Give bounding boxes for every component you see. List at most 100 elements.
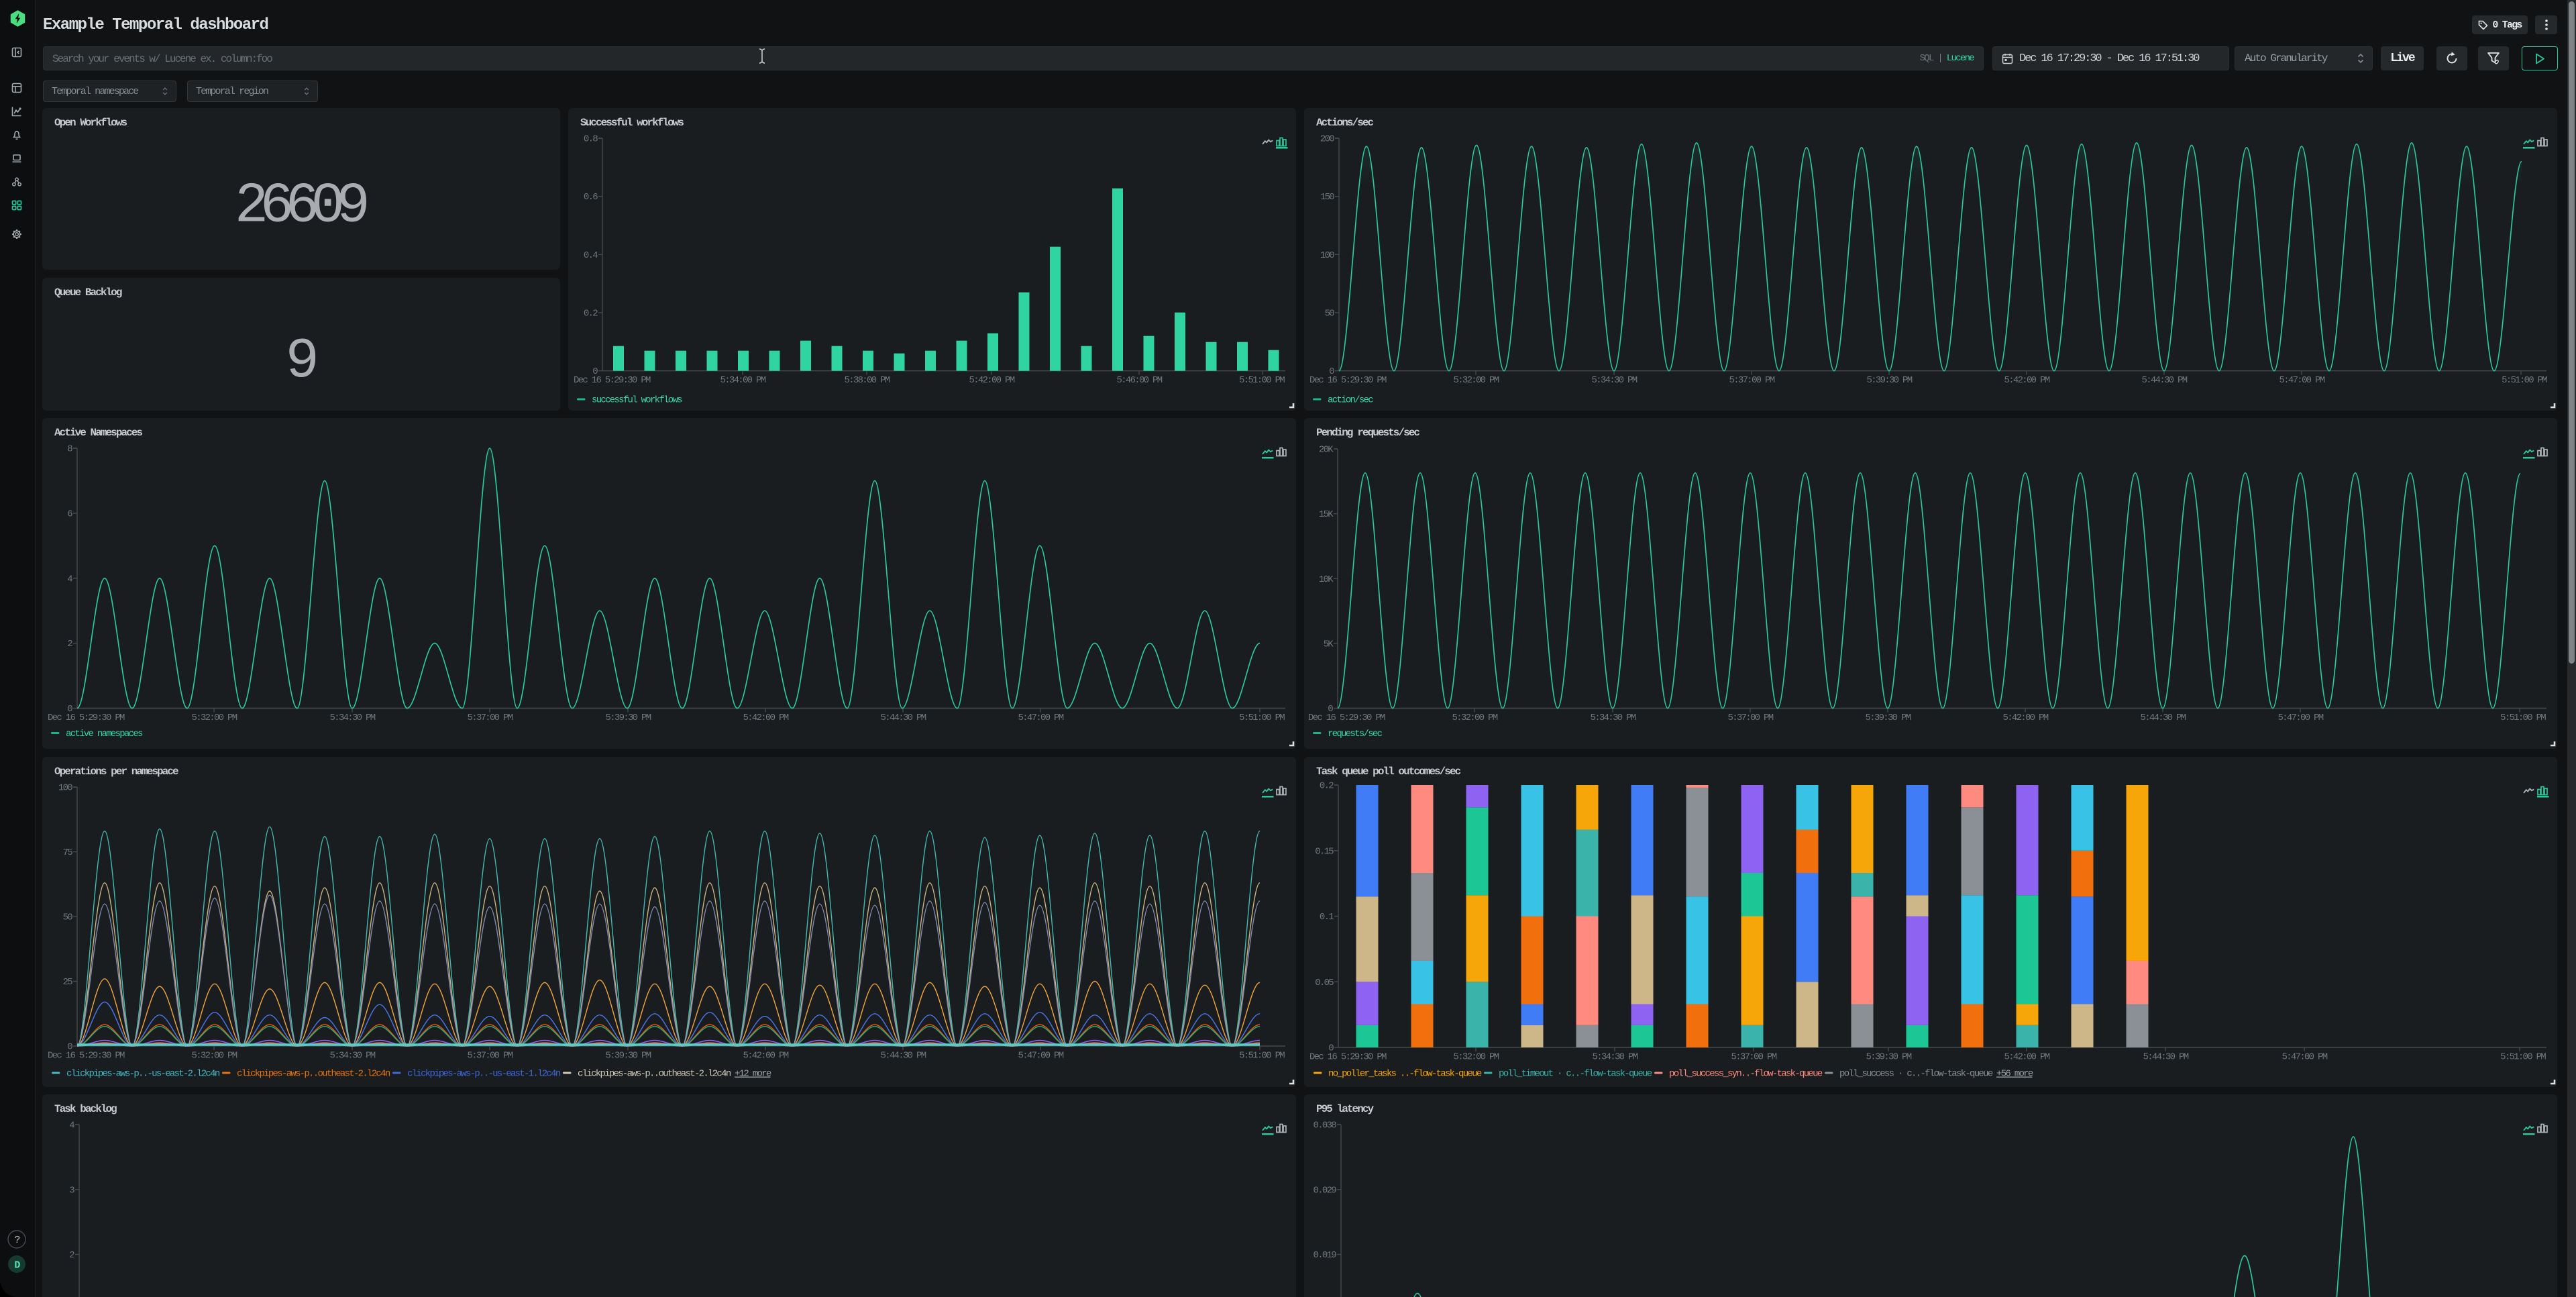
svg-text:5:37:00 PM: 5:37:00 PM [1731, 1052, 1777, 1063]
svg-text:0.6: 0.6 [584, 192, 598, 203]
svg-text:5:39:30 PM: 5:39:30 PM [606, 713, 651, 723]
svg-text:5:51:00 PM: 5:51:00 PM [1239, 713, 1285, 723]
svg-text:5:47:00 PM: 5:47:00 PM [2278, 713, 2324, 723]
svg-text:0.2: 0.2 [584, 309, 598, 319]
svg-text:5:44:30 PM: 5:44:30 PM [2142, 375, 2188, 386]
svg-text:Successful workflows: Successful workflows [580, 117, 684, 129]
svg-text:5:51:00 PM: 5:51:00 PM [1239, 1051, 1285, 1061]
svg-text:10K: 10K [1319, 574, 1334, 585]
svg-text:5:39:30 PM: 5:39:30 PM [1866, 713, 1911, 723]
svg-text:poll_success_syn..-flow-task-q: poll_success_syn..-flow-task-queue [1669, 1069, 1823, 1080]
svg-text:+12 more: +12 more [735, 1069, 771, 1080]
svg-text:2: 2 [67, 639, 72, 650]
svg-text:5:34:30 PM: 5:34:30 PM [1592, 375, 1638, 386]
svg-text:5:39:30 PM: 5:39:30 PM [606, 1051, 651, 1061]
svg-text:5:39:30 PM: 5:39:30 PM [1866, 1052, 1912, 1063]
svg-text:5:38:00 PM: 5:38:00 PM [845, 375, 890, 386]
svg-text:Actions/sec: Actions/sec [1316, 117, 1374, 129]
svg-text:26609: 26609 [235, 175, 367, 239]
svg-text:5:47:00 PM: 5:47:00 PM [2279, 375, 2325, 386]
svg-text:5:47:00 PM: 5:47:00 PM [2282, 1052, 2328, 1063]
svg-text:8: 8 [67, 444, 72, 455]
svg-text:0.15: 0.15 [1315, 846, 1334, 857]
svg-text:Dec 16 5:29:30 PM: Dec 16 5:29:30 PM [48, 1051, 125, 1061]
svg-text:Dec 16 5:29:30 PM: Dec 16 5:29:30 PM [1308, 713, 1385, 723]
svg-text:20K: 20K [1319, 445, 1334, 456]
svg-text:poll_success · c..-flow-task-q: poll_success · c..-flow-task-queue [1839, 1069, 1993, 1080]
svg-text:Open Workflows: Open Workflows [54, 117, 127, 129]
svg-text:5:42:00 PM: 5:42:00 PM [2004, 375, 2050, 386]
svg-text:150: 150 [1320, 192, 1334, 203]
svg-text:P95 latency: P95 latency [1316, 1103, 1375, 1115]
svg-text:4: 4 [67, 574, 72, 584]
svg-text:25: 25 [63, 977, 73, 988]
svg-text:0.019: 0.019 [1313, 1250, 1337, 1261]
svg-text:5:37:00 PM: 5:37:00 PM [1729, 375, 1775, 386]
svg-text:200: 200 [1320, 134, 1334, 145]
svg-text:5:34:00 PM: 5:34:00 PM [720, 375, 766, 386]
svg-text:5:32:00 PM: 5:32:00 PM [1454, 1052, 1499, 1063]
svg-text:clickpipes-aws-p..outheast-2.l: clickpipes-aws-p..outheast-2.l2c4n [237, 1069, 390, 1080]
svg-text:5:47:00 PM: 5:47:00 PM [1018, 1051, 1064, 1061]
svg-text:6: 6 [67, 509, 72, 519]
svg-text:Dec 16 5:29:30 PM: Dec 16 5:29:30 PM [574, 375, 651, 386]
svg-text:5:42:00 PM: 5:42:00 PM [2003, 713, 2049, 723]
svg-text:5:51:00 PM: 5:51:00 PM [2500, 713, 2546, 723]
svg-text:50: 50 [1325, 309, 1335, 319]
svg-text:Task queue poll outcomes/sec: Task queue poll outcomes/sec [1316, 766, 1461, 778]
svg-text:5:44:30 PM: 5:44:30 PM [881, 713, 926, 723]
svg-text:5:37:00 PM: 5:37:00 PM [1728, 713, 1774, 723]
svg-text:5:37:00 PM: 5:37:00 PM [468, 713, 513, 723]
svg-text:no_poller_tasks ..-flow-task-q: no_poller_tasks ..-flow-task-queue [1328, 1069, 1482, 1080]
svg-text:0.029: 0.029 [1313, 1185, 1337, 1196]
svg-text:5:44:30 PM: 5:44:30 PM [2143, 1052, 2189, 1063]
svg-text:5:44:30 PM: 5:44:30 PM [881, 1051, 926, 1061]
svg-text:5:32:00 PM: 5:32:00 PM [1454, 375, 1499, 386]
svg-text:0.8: 0.8 [584, 134, 598, 145]
svg-text:action/sec: action/sec [1328, 395, 1373, 406]
svg-text:poll_timeout · c..-flow-task-q: poll_timeout · c..-flow-task-queue [1499, 1069, 1652, 1080]
svg-text:4: 4 [69, 1121, 74, 1131]
svg-text:0.038: 0.038 [1313, 1121, 1337, 1131]
svg-text:5:51:00 PM: 5:51:00 PM [1239, 375, 1285, 386]
svg-text:Active Namespaces: Active Namespaces [54, 427, 142, 439]
svg-text:Dec 16 5:29:30 PM: Dec 16 5:29:30 PM [1309, 375, 1387, 386]
svg-text:?: ? [14, 1235, 19, 1246]
svg-text:5:37:00 PM: 5:37:00 PM [468, 1051, 513, 1061]
svg-text:50: 50 [63, 913, 73, 923]
svg-text:100: 100 [1320, 250, 1334, 261]
svg-text:active namespaces: active namespaces [66, 729, 143, 739]
svg-text:5:42:00 PM: 5:42:00 PM [743, 1051, 789, 1061]
svg-text:5:39:30 PM: 5:39:30 PM [1867, 375, 1913, 386]
svg-text:requests/sec: requests/sec [1328, 729, 1383, 739]
svg-text:2: 2 [69, 1250, 74, 1261]
svg-text:Task backlog: Task backlog [54, 1103, 117, 1115]
svg-text:Dec 16 5:29:30 PM: Dec 16 5:29:30 PM [1309, 1052, 1387, 1063]
svg-text:5:46:00 PM: 5:46:00 PM [1117, 375, 1163, 386]
svg-text:+56 more: +56 more [1996, 1069, 2033, 1080]
svg-text:9: 9 [286, 330, 316, 394]
svg-text:5:42:00 PM: 5:42:00 PM [969, 375, 1015, 386]
svg-text:5:34:30 PM: 5:34:30 PM [330, 1051, 376, 1061]
svg-text:15K: 15K [1319, 509, 1334, 520]
svg-text:0.2: 0.2 [1320, 781, 1334, 792]
svg-text:5:34:30 PM: 5:34:30 PM [1593, 1052, 1638, 1063]
svg-text:clickpipes-aws-p..-us-east-2.l: clickpipes-aws-p..-us-east-2.l2c4n [66, 1069, 220, 1080]
svg-text:5:47:00 PM: 5:47:00 PM [1018, 713, 1064, 723]
svg-text:100: 100 [58, 783, 72, 794]
svg-text:clickpipes-aws-p..outheast-2.l: clickpipes-aws-p..outheast-2.l2c4n [578, 1069, 731, 1080]
svg-text:Dec 16 5:29:30 PM: Dec 16 5:29:30 PM [48, 713, 125, 723]
svg-text:0.05: 0.05 [1315, 978, 1334, 988]
svg-text:Pending requests/sec: Pending requests/sec [1316, 427, 1419, 439]
svg-text:Operations per namespace: Operations per namespace [54, 766, 178, 778]
svg-text:5:51:00 PM: 5:51:00 PM [2502, 375, 2547, 386]
svg-text:5:44:30 PM: 5:44:30 PM [2141, 713, 2186, 723]
svg-text:0.1: 0.1 [1320, 912, 1334, 923]
svg-text:5:51:00 PM: 5:51:00 PM [2500, 1052, 2546, 1063]
svg-text:5:32:00 PM: 5:32:00 PM [192, 713, 237, 723]
svg-text:75: 75 [63, 847, 73, 858]
svg-text:5:34:30 PM: 5:34:30 PM [1591, 713, 1636, 723]
svg-text:successful workflows: successful workflows [592, 395, 682, 406]
svg-text:5K: 5K [1324, 639, 1334, 650]
svg-text:3: 3 [69, 1185, 74, 1196]
